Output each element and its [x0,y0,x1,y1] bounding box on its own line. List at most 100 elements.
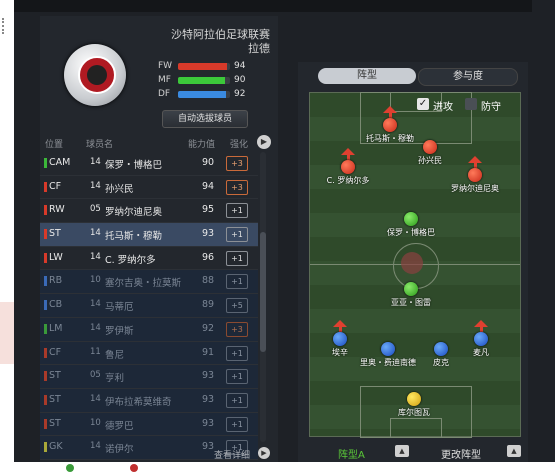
pitch-player[interactable]: 保罗・博格巴 [366,212,456,238]
boost-badge[interactable]: +1 [226,203,248,219]
scrollbar-thumb[interactable] [260,232,266,352]
attack-arrow-icon [468,156,482,163]
position-color-bar [44,229,47,240]
player-number: 05 [90,204,101,215]
tab-involvement[interactable]: 参与度 [418,68,518,86]
pitch-player-name: 罗纳尔迪尼奥 [451,184,499,193]
player-ability: 91 [201,346,215,358]
player-row[interactable]: ST 14 伊布拉希莫维奇 93 +1 [40,388,258,413]
player-row[interactable]: LW 14 C. 罗纳尔多 96 +1 [40,246,258,271]
player-name: 鲁尼 [105,349,125,361]
stat-bar [178,91,230,98]
player-ability: 90 [201,157,215,168]
view-detail-icon[interactable]: ▶ [258,447,270,459]
header-ability: 能力值 [188,140,216,150]
player-name: 保罗・博格巴 [105,160,163,171]
pitch-player[interactable]: 亚亚・图雷 [366,282,456,308]
edge-highlight [0,302,14,364]
attack-arrow-icon [341,148,355,155]
defense-label: 防守 [481,102,501,113]
boost-badge[interactable]: +3 [226,156,248,171]
player-row[interactable]: RW 05 罗纳尔迪尼奥 95 +1 [40,199,258,224]
attack-arrow-icon [333,320,347,327]
player-row[interactable]: RB 10 塞尔吉奥・拉莫斯 88 +1 [40,270,258,295]
player-name: 德罗巴 [105,420,134,432]
formation-bar: 阵型A ▲ 更改阵型 ▲ [298,442,528,462]
boost-badge[interactable]: +3 [226,321,248,337]
player-number: 14 [90,157,101,167]
player-row[interactable]: CB 14 马蒂厄 89 +5 [40,294,258,318]
player-row[interactable]: CF 14 孙兴民 94 +3 [40,175,258,200]
player-row[interactable]: ST 05 亨利 93 +1 [40,365,258,389]
pitch-player[interactable]: 托马斯・穆勒 [345,106,435,144]
boost-badge[interactable]: +1 [226,369,248,385]
player-number: 10 [90,417,101,428]
change-formation-label[interactable]: 更改阵型 [441,446,481,461]
player-number: 14 [90,322,101,333]
right-edge [532,0,555,462]
formation-up-icon[interactable]: ▲ [395,445,409,457]
stat-fill [178,91,226,98]
boost-badge[interactable]: +1 [226,227,248,243]
pitch-player-name: 皮克 [433,358,449,367]
center-logo-icon [401,252,423,274]
view-detail-link[interactable]: 查看详细 [214,448,250,461]
left-edge [0,0,14,470]
player-row[interactable]: LM 14 罗伊斯 92 +3 [40,317,258,342]
player-marker [404,282,418,296]
player-name: C. 罗纳尔多 [105,254,156,266]
next-page-icon[interactable]: ▶ [257,135,271,149]
player-name: 塞尔吉奥・拉莫斯 [105,278,182,290]
attack-label: 进攻 [433,102,453,113]
player-number: 14 [90,251,101,262]
position-color-bar [44,418,47,429]
player-name: 伊布拉希莫维奇 [105,396,172,408]
boost-badge[interactable]: +1 [226,416,248,432]
player-row[interactable]: CAM 14 保罗・博格巴 90 +3 [40,152,258,176]
stat-fill [178,77,225,84]
player-position: GK [49,441,63,453]
player-number: 05 [90,370,101,381]
boost-badge[interactable]: +5 [226,298,248,314]
pitch-player[interactable]: 麦凡 [436,320,526,358]
stat-value: 94 [234,61,246,71]
dotted-marker [2,18,12,34]
scrollbar[interactable] [260,152,266,442]
pitch-player[interactable]: 库尔图瓦 [369,392,459,418]
pitch-player[interactable]: 罗纳尔迪尼奥 [430,156,520,194]
boost-badge[interactable]: +1 [226,345,248,361]
auto-select-button[interactable]: 自动选拔球员 [162,110,248,128]
tab-formation[interactable]: 阵型 [318,68,416,84]
player-marker [381,342,395,356]
player-row[interactable]: CF 11 鲁尼 91 +1 [40,341,258,366]
position-color-bar [44,347,47,358]
player-marker [383,118,397,132]
change-formation-up-icon[interactable]: ▲ [507,445,521,457]
player-name: 诺伊尔 [105,444,134,456]
player-number: 14 [90,228,101,239]
player-name: 托马斯・穆勒 [105,231,163,243]
pitch-player-name: C. 罗纳尔多 [326,176,370,185]
player-name: 亨利 [105,373,125,385]
player-marker [423,140,437,154]
boost-badge[interactable]: +1 [226,392,248,408]
player-position: CF [49,180,62,192]
boost-badge[interactable]: +1 [226,250,248,266]
pitch-player[interactable]: C. 罗纳尔多 [303,148,393,186]
boost-badge[interactable]: +3 [226,179,248,195]
player-position: CB [49,299,63,311]
team-name: 拉德 [248,42,270,55]
player-ability: 96 [201,251,215,263]
player-row[interactable]: ST 14 托马斯・穆勒 93 +1 [40,223,258,247]
position-color-bar [44,276,47,287]
player-number: 11 [90,346,101,357]
player-ability: 95 [201,204,215,216]
top-strip [14,0,555,12]
stat-value: 92 [234,89,246,99]
defense-checkbox[interactable] [465,98,477,110]
position-color-bar [44,371,47,382]
player-row[interactable]: ST 10 德罗巴 93 +1 [40,412,258,437]
boost-badge[interactable]: +1 [226,274,248,290]
position-color-bar [44,158,47,168]
position-color-bar [44,181,47,192]
